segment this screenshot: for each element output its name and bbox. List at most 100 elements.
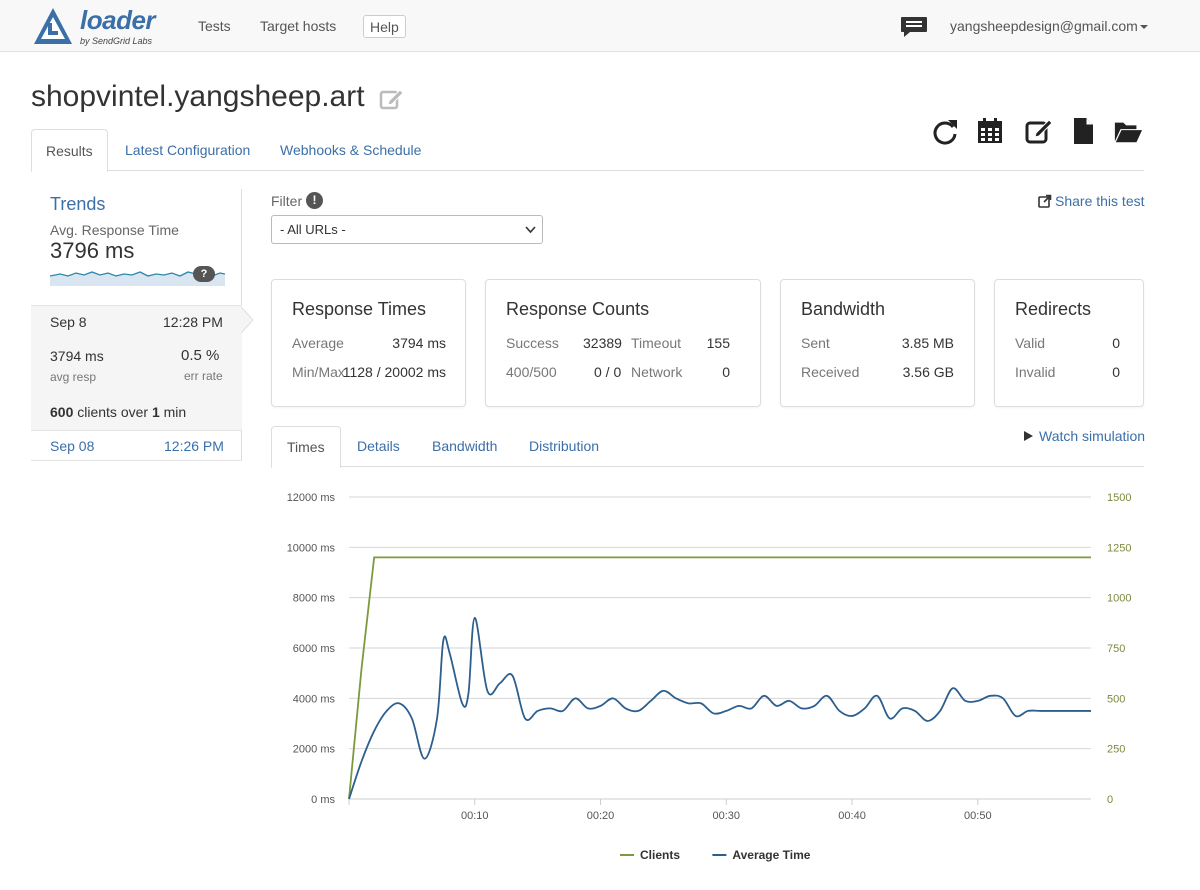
- share-test-link[interactable]: Share this test: [1038, 193, 1145, 209]
- run-err-rate-label: err rate: [184, 369, 223, 383]
- y-left-tick-label: 10000 ms: [287, 542, 336, 554]
- edit-title-icon[interactable]: [378, 86, 404, 112]
- watch-simulation-label: Watch simulation: [1039, 428, 1146, 444]
- y-right-tick-label: 1000: [1107, 593, 1131, 605]
- trends-metric-label: Avg. Response Time: [50, 222, 179, 238]
- stat-label: Received: [801, 364, 860, 380]
- tab-times[interactable]: Times: [271, 426, 341, 468]
- chat-icon[interactable]: [900, 16, 928, 38]
- x-tick-label: 00:50: [964, 810, 992, 822]
- brand-logo[interactable]: loader by SendGrid Labs: [32, 5, 172, 48]
- run-duration-unit: min: [163, 404, 187, 420]
- card-title: Response Counts: [506, 299, 650, 319]
- y-right-tick-label: 750: [1107, 643, 1125, 655]
- main-tabs: Results Latest Configuration Webhooks & …: [31, 129, 1144, 172]
- tab-details[interactable]: Details: [342, 426, 415, 467]
- watch-simulation-link[interactable]: Watch simulation: [1024, 428, 1145, 444]
- card-bandwidth: Bandwidth Sent 3.85 MB Received 3.56 GB: [780, 279, 975, 407]
- y-left-tick-label: 6000 ms: [293, 643, 336, 655]
- nav-target-hosts[interactable]: Target hosts: [260, 18, 336, 34]
- user-email: yangsheepdesign@gmail.com: [950, 18, 1138, 34]
- chart-svg: 0 ms 2000 ms 4000 ms 6000 ms 8000 ms 10000 ms…: [287, 492, 1132, 862]
- run-clients-text: clients over: [77, 404, 149, 420]
- run-clients-summary: 600 clients over 1 min: [50, 404, 186, 420]
- nav-help-button[interactable]: Help: [363, 15, 406, 38]
- stat-average-value: 3794 ms: [392, 335, 446, 351]
- run-clients-count: 600: [50, 404, 74, 420]
- stat-label: Min/Max: [292, 364, 345, 380]
- user-menu[interactable]: yangsheepdesign@gmail.com: [950, 18, 1148, 34]
- stat-label: Network: [631, 364, 683, 380]
- loader-logo-icon: [34, 8, 72, 44]
- legend-label: Clients: [640, 848, 680, 862]
- y-right-tick-label: 250: [1107, 744, 1125, 756]
- run-date: Sep 8: [50, 314, 87, 330]
- y-left-tick-label: 12000 ms: [287, 492, 336, 504]
- url-filter-select[interactable]: - All URLs -: [271, 215, 543, 244]
- trends-sidebar: Trends Avg. Response Time 3796 ms ? Sep …: [31, 189, 254, 461]
- test-run-active[interactable]: Sep 8 12:28 PM 3794 ms avg resp 0.5 % er…: [31, 305, 242, 431]
- tab-results[interactable]: Results: [31, 129, 108, 172]
- card-title: Bandwidth: [801, 299, 886, 319]
- tab-webhooks-schedule[interactable]: Webhooks & Schedule: [266, 129, 435, 171]
- stat-label: Average: [292, 335, 344, 351]
- card-response-times: Response Times Average 3794 ms Min/Max 1…: [271, 279, 466, 407]
- y-left-tick-label: 2000 ms: [293, 744, 336, 756]
- trends-title[interactable]: Trends: [50, 194, 105, 215]
- share-icon: [1038, 194, 1052, 208]
- x-tick-label: 00:10: [461, 810, 489, 822]
- y-right-tick-label: 1250: [1107, 542, 1131, 554]
- test-run-item[interactable]: Sep 08 12:26 PM: [31, 431, 242, 461]
- filter-label: Filter: [271, 193, 303, 209]
- stat-label: Success: [506, 335, 559, 351]
- card-redirects: Redirects Valid 0 Invalid 0: [994, 279, 1144, 407]
- stat-sent-value: 3.85 MB: [901, 335, 954, 351]
- y-right-tick-label: 500: [1107, 693, 1125, 705]
- top-navbar: loader by SendGrid Labs Tests Target hos…: [0, 0, 1200, 52]
- stat-label: Timeout: [631, 335, 682, 351]
- share-test-label: Share this test: [1055, 193, 1145, 209]
- run-avg-resp-label: avg resp: [50, 370, 97, 384]
- legend-label: Average Time: [732, 848, 810, 862]
- tab-bandwidth[interactable]: Bandwidth: [417, 426, 512, 467]
- stat-label: Invalid: [1015, 364, 1056, 380]
- run-item-time: 12:26 PM: [164, 438, 224, 454]
- response-times-chart: 0 ms 2000 ms 4000 ms 6000 ms 8000 ms 10000 ms…: [271, 480, 1144, 880]
- brand-tagline: by SendGrid Labs: [80, 36, 153, 46]
- stat-network-value: 0: [722, 364, 730, 380]
- stat-label: Sent: [801, 335, 830, 351]
- stat-received-value: 3.56 GB: [902, 364, 954, 380]
- run-item-date: Sep 08: [50, 438, 95, 454]
- stat-success-value: 32389: [583, 335, 622, 351]
- tab-latest-configuration[interactable]: Latest Configuration: [111, 129, 264, 171]
- y-right-tick-label: 1500: [1107, 492, 1131, 504]
- run-avg-resp-value: 3794 ms: [50, 348, 104, 364]
- x-tick-label: 00:40: [838, 810, 866, 822]
- run-duration: 1: [151, 404, 160, 420]
- stat-label: Valid: [1015, 335, 1046, 351]
- play-icon: [1024, 431, 1033, 441]
- x-tick-label: 00:20: [587, 810, 615, 822]
- y-right-tick-label: 0: [1107, 794, 1113, 806]
- stat-valid-value: 0: [1112, 335, 1120, 351]
- y-left-tick-label: 4000 ms: [293, 693, 336, 705]
- stat-label: 400/500: [506, 364, 557, 380]
- chevron-down-icon: [525, 226, 536, 234]
- clients-series-line: [348, 556, 1091, 800]
- stat-timeout-value: 155: [706, 335, 730, 351]
- card-title: Redirects: [1015, 299, 1092, 319]
- trends-help-badge[interactable]: ?: [193, 266, 215, 282]
- tab-distribution[interactable]: Distribution: [514, 426, 614, 467]
- nav-tests[interactable]: Tests: [198, 18, 231, 34]
- url-filter-value: - All URLs -: [280, 222, 346, 237]
- card-response-counts: Response Counts Success 32389 Timeout 15…: [485, 279, 761, 407]
- selected-run-arrow-icon: [241, 307, 254, 333]
- run-time: 12:28 PM: [163, 314, 223, 330]
- page-title: shopvintel.yangsheep.art: [31, 80, 365, 113]
- run-err-rate-value: 0.5 %: [181, 347, 220, 364]
- chevron-down-icon: [1139, 25, 1148, 30]
- info-icon[interactable]: !: [306, 192, 323, 209]
- y-left-tick-label: 8000 ms: [293, 593, 336, 605]
- x-tick-label: 00:30: [713, 810, 741, 822]
- card-title: Response Times: [292, 299, 427, 319]
